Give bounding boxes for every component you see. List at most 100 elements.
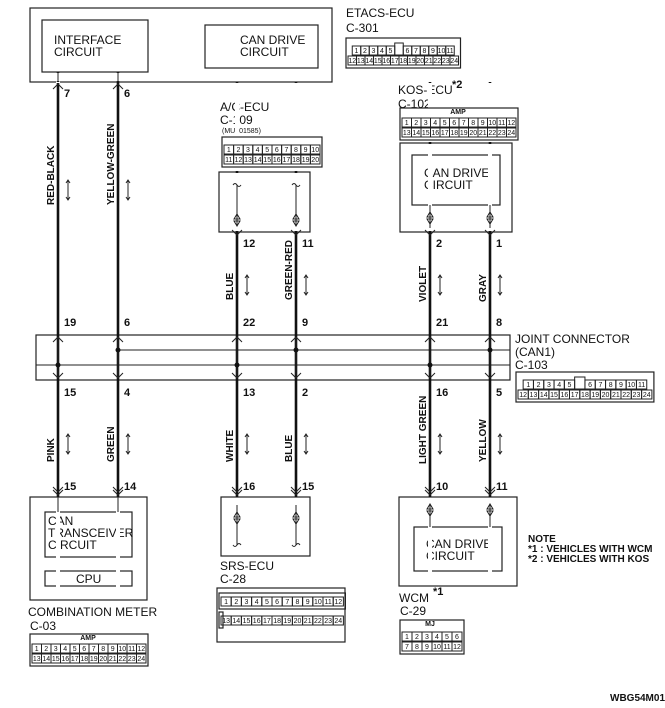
connector-pin: 16 — [431, 130, 439, 137]
connector-pin: 2 — [415, 634, 419, 641]
wire-color-label: LIGHT GREEN — [418, 396, 429, 464]
connector-pin: 23 — [633, 392, 641, 399]
wire-color-label: BLUE — [284, 434, 295, 462]
connector-pin: 8 — [415, 644, 419, 651]
srs-connector-id: C-28 — [220, 572, 246, 586]
connector-pin: 5 — [389, 48, 393, 55]
connector-pin: 17 — [263, 618, 271, 625]
wire-color-label: GREEN — [106, 426, 117, 462]
connector-pin: 18 — [292, 157, 300, 164]
connector-pin: 15 — [550, 392, 558, 399]
connector-pin: 23 — [324, 618, 332, 625]
connector-pin: 1 — [35, 646, 39, 653]
connector-pin: 3 — [547, 382, 551, 389]
joint-connector-id: C-103 — [515, 358, 548, 372]
meter-name: COMBINATION METER — [28, 605, 157, 619]
connector-pin: 19 — [283, 618, 291, 625]
connector-pin: 10 — [118, 646, 126, 653]
connector-pin: 14 — [412, 130, 420, 137]
connector-pin: 15 — [263, 157, 271, 164]
pin-number: 11 — [302, 238, 314, 250]
connector-pin: 12 — [348, 58, 356, 65]
connector-pin: 5 — [568, 382, 572, 389]
connector-pin: 2 — [44, 646, 48, 653]
connector-pin: 7 — [414, 48, 418, 55]
connector-pin: 17 — [571, 392, 579, 399]
combination-meter: CAN TRANSCEIVER CIRCUIT CPU COMBINATION … — [28, 496, 157, 633]
pin-number: 1 — [496, 238, 502, 250]
joint-pin-number: 5 — [496, 387, 502, 399]
connector-pin: 13 — [530, 392, 538, 399]
connector-pin: 22 — [118, 656, 126, 663]
connector-pin: 3 — [372, 48, 376, 55]
kos-name: KOS-ECU — [398, 83, 453, 97]
signal-direction-icon — [65, 179, 71, 201]
pin-number: 11 — [496, 481, 508, 493]
wire-color-label: WHITE — [225, 429, 236, 462]
signal-direction-icon — [303, 433, 309, 455]
connector-pin: 3 — [245, 599, 249, 606]
connector-pin: 6 — [455, 634, 459, 641]
connector-pin: 2 — [363, 48, 367, 55]
wire-color-label: BLUE — [225, 272, 236, 300]
connector-pin: 8 — [609, 382, 613, 389]
connector-pin: 1 — [355, 48, 359, 55]
connector-pin: 1 — [224, 599, 228, 606]
wcm: CAN DRIVE CIRCUIT WCM *1 C-29 — [398, 496, 518, 618]
joint-connector-face: 1 2 3 4 5 6 7 8 9 10 1112 13 14 15 16 17 18 19 20 21 22 23 24 — [515, 371, 655, 403]
connector-pin: 15 — [374, 58, 382, 65]
connector-pin: 24 — [643, 392, 651, 399]
signal-direction-icon — [437, 433, 443, 455]
connector-pin: 19 — [302, 157, 310, 164]
connector-pin: 13 — [33, 656, 41, 663]
connector-pin: 10 — [314, 599, 322, 606]
srs-connector-face: 1 2 3 4 5 6 7 8 9 10 11 12 — [218, 592, 347, 610]
signal-direction-icon — [244, 274, 250, 296]
connector-pin: 19 — [591, 392, 599, 399]
connector-tag: AMP — [80, 635, 96, 642]
signal-direction-icon — [125, 433, 131, 455]
connector-pin: 6 — [406, 48, 410, 55]
connector-pin: 2 — [414, 120, 418, 127]
connector-pin: 4 — [433, 120, 437, 127]
pin-number: 15 — [302, 481, 314, 493]
connector-pin: 16 — [273, 157, 281, 164]
meter-connector-id: C-03 — [30, 619, 56, 633]
connector-pin: 12 — [453, 644, 461, 651]
wire-color-label: GREEN-RED — [284, 240, 295, 300]
joint-pin-number: 2 — [302, 387, 308, 399]
connector-pin: 22 — [314, 618, 322, 625]
connector-pin: 4 — [435, 634, 439, 641]
connector-pin: 11 — [446, 48, 453, 55]
connector-pin: 5 — [445, 634, 449, 641]
connector-pin: 2 — [236, 147, 240, 154]
signal-direction-icon — [437, 274, 443, 296]
signal-direction-icon — [303, 274, 309, 296]
etacs-name: ETACS-ECU — [346, 6, 414, 20]
connector-pin: 22 — [622, 392, 630, 399]
connector-pin: 15 — [243, 618, 251, 625]
pin-number: 16 — [243, 481, 255, 493]
connector-pin: 1 — [405, 634, 409, 641]
pin-number: 14 — [124, 481, 137, 493]
pin-number: 15 — [64, 481, 76, 493]
connector-pin: 4 — [255, 599, 259, 606]
wire-color-label: YELLOW-GREEN — [106, 124, 117, 205]
connector-tag: AMP — [450, 109, 466, 116]
connector-pin: 8 — [101, 646, 105, 653]
connector-pin: 6 — [588, 382, 592, 389]
connector-pin: 13 — [357, 58, 365, 65]
connector-pin: 19 — [460, 130, 468, 137]
ac-part-number: (MU801585) — [222, 128, 261, 135]
joint-name: JOINT CONNECTOR — [515, 332, 630, 346]
connector-pin: 21 — [612, 392, 620, 399]
connector-pin: 7 — [462, 120, 466, 127]
connector-pin: 9 — [481, 120, 485, 127]
connector-pin: 7 — [92, 646, 96, 653]
splice-dot — [293, 347, 299, 353]
etacs-connector-id: C-301 — [346, 21, 379, 35]
connector-pin: 23 — [498, 130, 506, 137]
connector-pin: 13 — [222, 618, 230, 625]
connector-pin: 4 — [380, 48, 384, 55]
connector-pin: 20 — [294, 618, 302, 625]
